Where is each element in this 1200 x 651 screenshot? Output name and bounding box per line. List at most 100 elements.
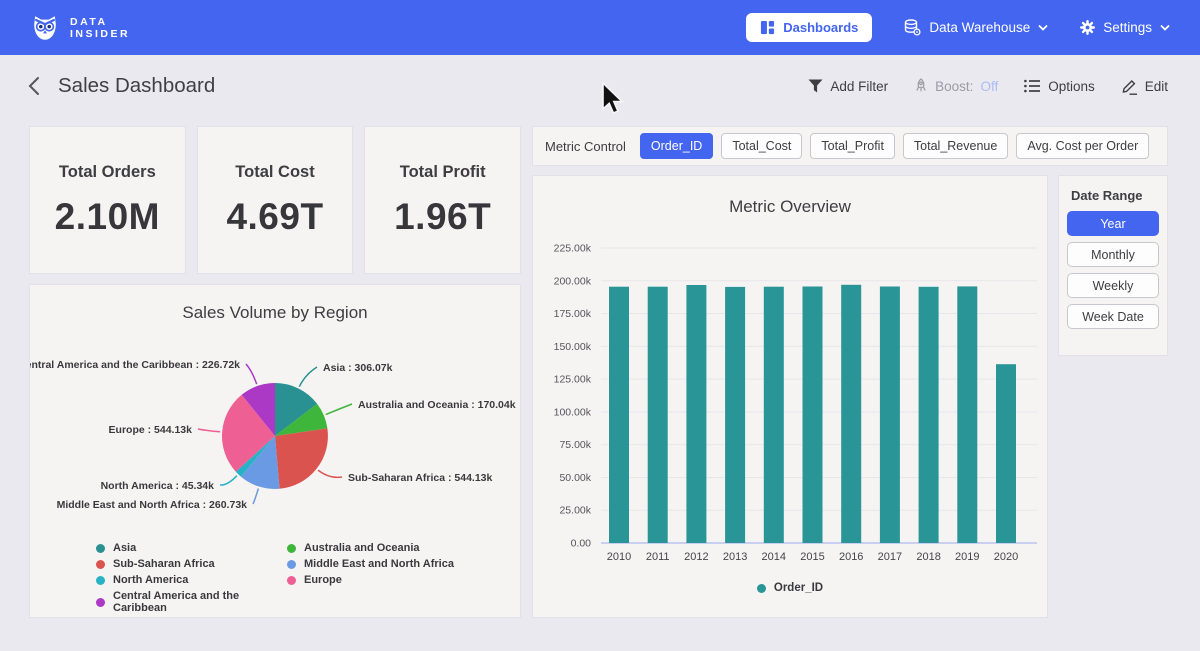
bar-2016[interactable] <box>841 285 861 543</box>
date-range-option-year[interactable]: Year <box>1067 211 1159 236</box>
metric-option-total-cost[interactable]: Total_Cost <box>721 133 802 159</box>
dashboards-button[interactable]: Dashboards <box>746 13 872 42</box>
add-filter-button[interactable]: Add Filter <box>808 79 888 94</box>
date-range-option-weekly[interactable]: Weekly <box>1067 273 1159 298</box>
x-tick-label: 2013 <box>723 551 747 563</box>
date-range-buttons: Year Monthly Weekly Week Date <box>1067 211 1159 329</box>
pencil-icon <box>1121 78 1138 95</box>
legend-label: Middle East and North Africa <box>304 558 454 570</box>
bar-chart-card: Metric Overview 225.00k200.00k175.00k150… <box>533 176 1047 617</box>
pie-label-asia: Asia : 306.07k <box>323 362 393 374</box>
x-tick-label: 2016 <box>839 551 863 563</box>
pie-label-north-america: North America : 45.34k <box>101 480 215 492</box>
kpi-row: Total Orders2.10MTotal Cost4.69TTotal Pr… <box>30 127 520 273</box>
brand-logo[interactable]: DATA INSIDER <box>30 13 130 43</box>
y-tick-label: 125.00k <box>554 374 592 386</box>
kpi-value: 2.10M <box>55 196 160 238</box>
pie-legend-column: Australia and Oceania Middle East and Nor… <box>287 542 454 614</box>
legend-item-north-america[interactable]: North America <box>96 574 281 586</box>
legend-dot <box>287 560 296 569</box>
pie-slice-sub-saharan-africa[interactable] <box>275 428 328 488</box>
y-tick-label: 75.00k <box>559 439 591 451</box>
options-list-icon <box>1024 79 1041 93</box>
date-range-panel: Date Range Year Monthly Weekly Week Date <box>1059 176 1167 355</box>
kpi-label: Total Profit <box>400 163 486 182</box>
date-range-option-monthly[interactable]: Monthly <box>1067 242 1159 267</box>
legend-item-central-america-and-the-caribbean[interactable]: Central America and the Caribbean <box>96 590 281 614</box>
y-tick-label: 100.00k <box>554 406 592 418</box>
x-tick-label: 2011 <box>646 551 670 563</box>
y-tick-label: 175.00k <box>554 308 592 320</box>
edit-label: Edit <box>1145 79 1168 94</box>
legend-dot <box>287 576 296 585</box>
x-tick-label: 2018 <box>916 551 940 563</box>
chevron-down-icon <box>1160 24 1170 31</box>
metric-option-avg-cost-per-order[interactable]: Avg. Cost per Order <box>1016 133 1149 159</box>
legend-label: Europe <box>304 574 342 586</box>
legend-label: Australia and Oceania <box>304 542 420 554</box>
date-range-label: Date Range <box>1071 188 1159 203</box>
date-range-option-week-date[interactable]: Week Date <box>1067 304 1159 329</box>
legend-item-middle-east-and-north-africa[interactable]: Middle East and North Africa <box>287 558 454 570</box>
options-button[interactable]: Options <box>1024 79 1095 94</box>
kpi-card-total-profit: Total Profit1.96T <box>365 127 520 273</box>
brand-line2: INSIDER <box>70 28 130 40</box>
page-title: Sales Dashboard <box>58 74 215 98</box>
bar-legend-label: Order_ID <box>774 582 823 594</box>
settings-label: Settings <box>1103 20 1152 35</box>
bar-2020[interactable] <box>996 364 1016 543</box>
y-tick-label: 0.00 <box>571 538 592 550</box>
legend-item-australia-and-oceania[interactable]: Australia and Oceania <box>287 542 454 554</box>
pie-leader-line <box>246 364 257 384</box>
pie-leader-line <box>299 367 317 387</box>
metric-option-order-id[interactable]: Order_ID <box>640 133 713 159</box>
legend-item-europe[interactable]: Europe <box>287 574 454 586</box>
dashboards-icon <box>760 20 775 35</box>
pie-chart-title: Sales Volume by Region <box>30 301 520 325</box>
x-tick-label: 2015 <box>800 551 824 563</box>
bar-2011[interactable] <box>648 287 668 543</box>
legend-label: Sub-Saharan Africa <box>113 558 215 570</box>
kpi-label: Total Cost <box>235 163 314 182</box>
legend-dot <box>96 598 105 607</box>
metric-option-total-revenue[interactable]: Total_Revenue <box>903 133 1008 159</box>
y-tick-label: 200.00k <box>554 275 592 287</box>
data-warehouse-menu[interactable]: Data Warehouse <box>904 19 1048 36</box>
pie-legend-column: Asia Sub-Saharan Africa North America Centr… <box>96 542 281 614</box>
pie-chart-svg: Asia : 306.07k Australia and Oceania : 17… <box>30 340 520 535</box>
y-tick-label: 50.00k <box>559 472 591 484</box>
legend-dot <box>287 544 296 553</box>
metric-control-buttons: Order_ID Total_Cost Total_Profit Total_Reve… <box>640 133 1149 159</box>
x-tick-label: 2017 <box>878 551 902 563</box>
brand-text: DATA INSIDER <box>70 16 130 40</box>
bar-2015[interactable] <box>803 287 823 544</box>
bar-2012[interactable] <box>686 285 706 543</box>
page-header: Sales Dashboard Add Filter Boost: Off <box>0 55 1200 117</box>
bar-2018[interactable] <box>919 287 939 543</box>
bar-2017[interactable] <box>880 287 900 544</box>
legend-dot <box>96 576 105 585</box>
x-tick-label: 2019 <box>955 551 979 563</box>
pie-label-australia-and-oceania: Australia and Oceania : 170.04k <box>358 399 516 411</box>
edit-button[interactable]: Edit <box>1121 78 1168 95</box>
navbar-menu: Dashboards Data Warehouse <box>746 13 1170 42</box>
bar-chart-svg: 225.00k200.00k175.00k150.00k125.00k100.0… <box>533 232 1047 567</box>
bar-2019[interactable] <box>957 286 977 543</box>
legend-dot <box>96 544 105 553</box>
boost-toggle[interactable]: Boost: Off <box>914 78 998 94</box>
legend-item-asia[interactable]: Asia <box>96 542 281 554</box>
bar-2013[interactable] <box>725 287 745 543</box>
gear-icon <box>1080 20 1095 35</box>
pie-chart-card: Sales Volume by Region Asia : 306.07k Aus… <box>30 285 520 617</box>
settings-menu[interactable]: Settings <box>1080 20 1170 35</box>
legend-item-sub-saharan-africa[interactable]: Sub-Saharan Africa <box>96 558 281 570</box>
bar-2010[interactable] <box>609 287 629 543</box>
pie-label-europe: Europe : 544.13k <box>109 424 193 436</box>
owl-logo-icon <box>30 13 60 43</box>
bar-2014[interactable] <box>764 287 784 543</box>
pie-leader-line <box>220 476 237 485</box>
y-tick-label: 150.00k <box>554 341 592 353</box>
back-icon[interactable] <box>28 76 40 96</box>
metric-option-total-profit[interactable]: Total_Profit <box>810 133 895 159</box>
boost-value: Off <box>980 79 998 94</box>
